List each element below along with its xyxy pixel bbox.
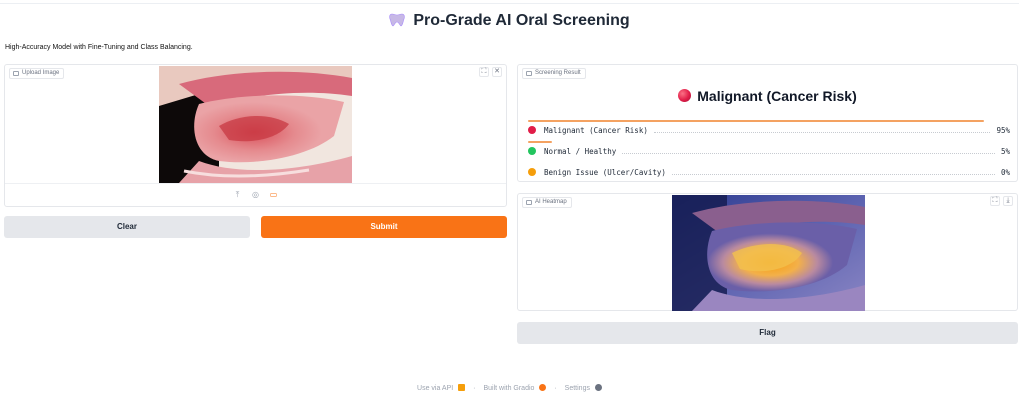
page-title: Pro-Grade AI Oral Screening (413, 12, 630, 29)
page-title-container: Pro-Grade AI Oral Screening (0, 12, 1019, 30)
use-via-api-link[interactable]: Use via API (415, 384, 467, 392)
submit-button[interactable]: Submit (261, 216, 507, 238)
built-with-gradio-link[interactable]: Built with Gradio (481, 384, 548, 392)
image-icon (13, 71, 19, 76)
confidence-value: 5% (1000, 146, 1010, 156)
confidence-value: 0% (1000, 167, 1010, 177)
fullscreen-icon[interactable]: ⛶ (990, 196, 1000, 206)
green-dot-icon (528, 147, 536, 155)
confidence-label: Benign Issue (Ulcer/Cavity) (544, 167, 666, 177)
ai-heatmap-label-badge: AI Heatmap (522, 197, 572, 208)
confidence-bar (528, 141, 552, 143)
gear-icon (594, 384, 602, 391)
confidence-label: Malignant (Cancer Risk) (544, 125, 648, 135)
upload-icon[interactable]: ⤒ (233, 190, 243, 200)
heatmap-corner-buttons: ⛶ ⤓ (990, 196, 1013, 206)
confidence-row: Malignant (Cancer Risk) 95% (526, 120, 1010, 141)
upload-source-toolbar: ⤒ ◎ ▭ (5, 183, 506, 205)
download-icon[interactable]: ⤓ (1003, 196, 1013, 206)
upload-image-label-badge: Upload Image (9, 68, 65, 79)
flag-button[interactable]: Flag (517, 322, 1018, 344)
screening-result-label-badge: Screening Result (522, 68, 586, 79)
footer: Use via API · Built with Gradio · Settin… (0, 384, 1019, 392)
top-prediction: Malignant (Cancer Risk) (518, 88, 1017, 104)
rocket-icon (458, 384, 466, 391)
upload-corner-buttons: ⛶ ✕ (479, 67, 502, 77)
image-icon (526, 200, 532, 205)
upload-image-label: Upload Image (22, 70, 60, 76)
clipboard-icon[interactable]: ▭ (269, 190, 279, 200)
fullscreen-icon[interactable]: ⛶ (479, 67, 489, 77)
ai-heatmap-panel: AI Heatmap ⛶ ⤓ (517, 193, 1018, 311)
red-circle-icon (678, 89, 692, 102)
screening-result-label: Screening Result (535, 70, 581, 76)
footer-separator: · (554, 385, 557, 392)
confidence-row: Benign Issue (Ulcer/Cavity) 0% (526, 162, 1010, 183)
upload-image-panel[interactable]: Upload Image ⛶ ✕ ⤒ ◎ ▭ (4, 64, 507, 207)
red-dot-icon (528, 126, 536, 134)
confidence-label: Normal / Healthy (544, 146, 617, 156)
label-icon (526, 71, 532, 76)
top-prediction-label: Malignant (Cancer Risk) (697, 88, 857, 104)
confidence-value: 95% (996, 125, 1010, 135)
ai-heatmap-label: AI Heatmap (535, 199, 567, 205)
yellow-dot-icon (528, 168, 536, 176)
heatmap-image (672, 195, 865, 311)
top-divider (0, 0, 1019, 4)
close-icon[interactable]: ✕ (492, 67, 502, 77)
gradio-logo-icon (539, 384, 547, 391)
page-description: High-Accuracy Model with Fine-Tuning and… (5, 44, 193, 51)
uploaded-tongue-image (159, 66, 352, 183)
tooth-icon (389, 13, 406, 27)
footer-separator: · (473, 385, 476, 392)
confidence-bar (528, 120, 984, 122)
screening-result-panel: Screening Result Malignant (Cancer Risk)… (517, 64, 1018, 182)
webcam-icon[interactable]: ◎ (251, 190, 261, 200)
clear-button[interactable]: Clear (4, 216, 250, 238)
confidence-row: Normal / Healthy 5% (526, 141, 1010, 162)
settings-link[interactable]: Settings (563, 384, 604, 392)
